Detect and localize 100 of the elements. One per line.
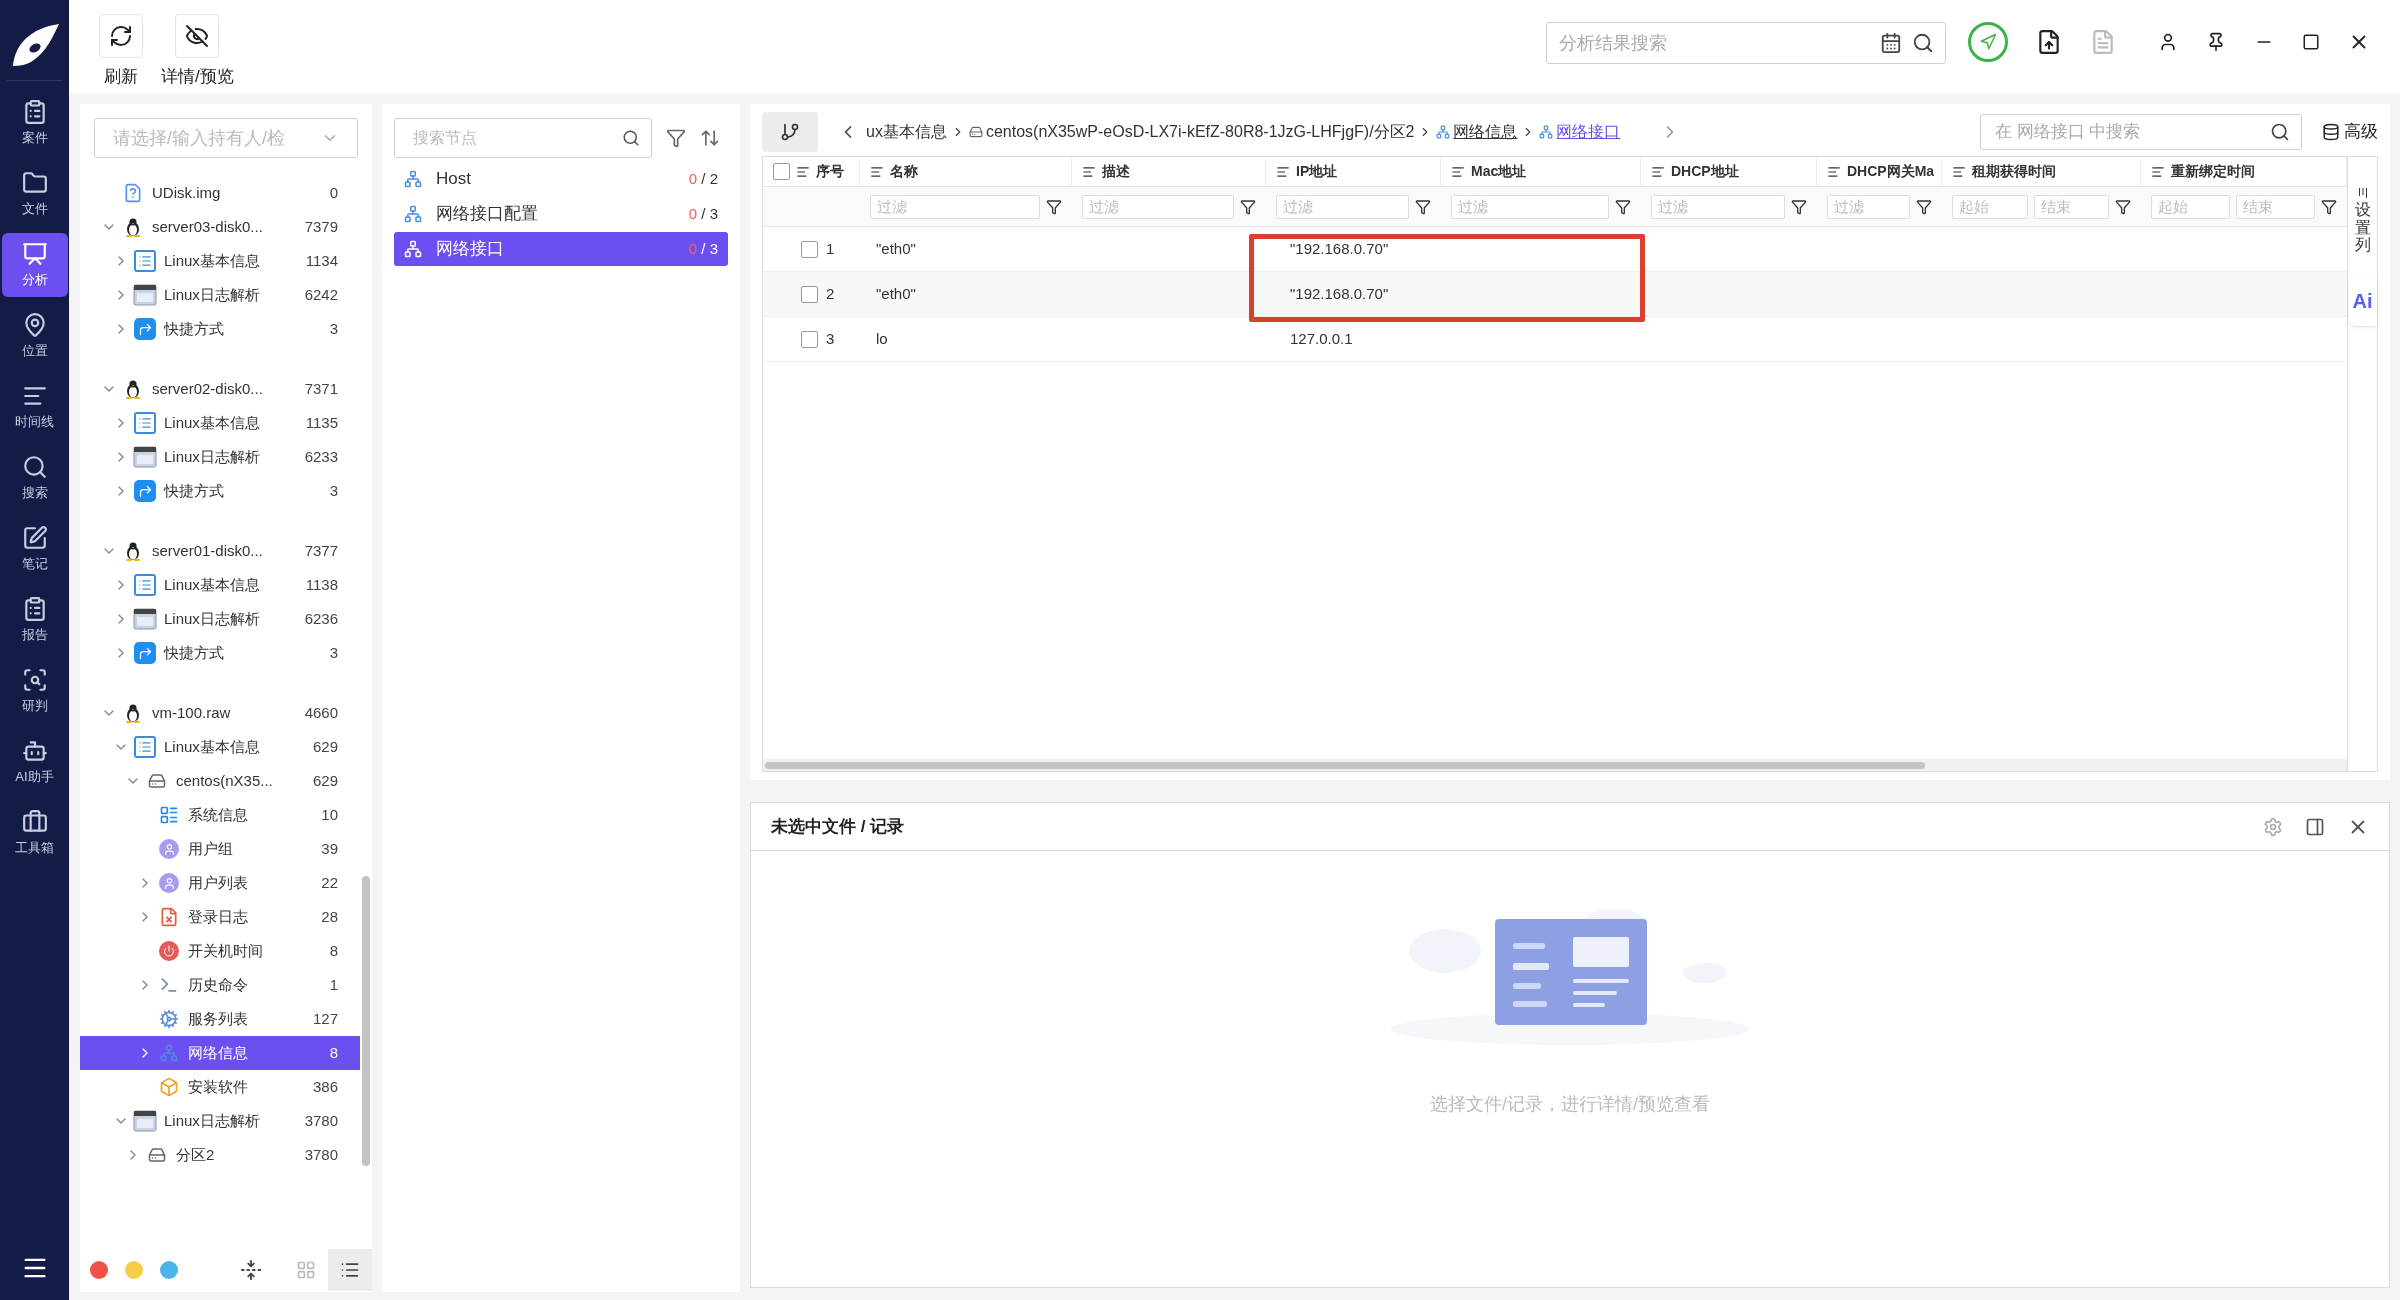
list-view-button[interactable] (328, 1249, 372, 1291)
tree-item[interactable]: server01-disk0... 7377 (80, 534, 360, 568)
tree-item[interactable]: Linux日志解析 6242 (80, 278, 360, 312)
tree-item[interactable]: server03-disk0... 7379 (80, 210, 360, 244)
nav-item[interactable]: 报告 (1, 588, 68, 652)
export-icon[interactable] (2036, 29, 2062, 55)
node-item[interactable]: Host 0 / 2 (394, 162, 728, 196)
nav-item[interactable]: 案件 (1, 91, 68, 155)
tree-item[interactable]: vm-100.raw 4660 (80, 696, 360, 730)
select-all-checkbox[interactable] (773, 163, 790, 180)
list-icon (340, 1260, 360, 1280)
tree-item[interactable]: Linux日志解析 6236 (80, 602, 360, 636)
tree-item[interactable]: server02-disk0... 7371 (80, 372, 360, 406)
tree-item[interactable]: 系统信息 10 (80, 798, 360, 832)
nav-item[interactable]: 笔记 (1, 517, 68, 581)
search-icon[interactable] (622, 129, 640, 147)
tree-item[interactable]: 服务列表 127 (80, 1002, 360, 1036)
tree-item[interactable]: 分区2 3780 (80, 1138, 360, 1172)
nav-item[interactable]: 工具箱 (1, 801, 68, 865)
tree-item[interactable]: 登录日志 28 (80, 900, 360, 934)
tree-item[interactable]: Linux基本信息 1135 (80, 406, 360, 440)
collapse-icon[interactable] (240, 1259, 262, 1281)
column-header[interactable]: DHCP网关Ma (1817, 157, 1942, 186)
pin-icon[interactable] (2206, 32, 2226, 52)
navigate-button[interactable] (1968, 22, 2008, 62)
tree-item-label: Linux日志解析 (164, 446, 260, 467)
ai-button[interactable]: Ai (2348, 275, 2377, 326)
filter-icon[interactable] (1046, 198, 1062, 215)
table-search-field[interactable]: 在 网络接口 中搜索 (1980, 114, 2302, 150)
filter-icon[interactable] (1240, 198, 1256, 215)
maximize-icon[interactable] (2302, 33, 2320, 51)
column-header[interactable]: 描述 (1072, 157, 1266, 186)
tree-item[interactable]: 用户列表 22 (80, 866, 360, 900)
row-checkbox[interactable] (801, 285, 818, 303)
tree-item[interactable]: 网络信息 8 (80, 1036, 360, 1070)
sort-icon[interactable] (700, 128, 720, 148)
tree-item[interactable]: UDisk.img 0 (80, 176, 360, 210)
nav-item[interactable]: 分析 (1, 233, 68, 297)
tree-item[interactable]: 开关机时间 8 (80, 934, 360, 968)
table-row[interactable]: 3 lo 127.0.0.1 (763, 317, 2347, 362)
row-checkbox[interactable] (801, 330, 818, 348)
tree-item[interactable]: 安装软件 386 (80, 1070, 360, 1104)
nav-item[interactable]: 文件 (1, 162, 68, 226)
nav-item[interactable]: AI助手 (1, 730, 68, 794)
tree-item[interactable]: Linux基本信息 1138 (80, 568, 360, 602)
filter-icon[interactable] (2321, 198, 2337, 215)
filter-icon[interactable] (1916, 198, 1932, 215)
tree-item[interactable]: 快捷方式 3 (80, 312, 360, 346)
tree-item-count: 22 (321, 872, 338, 893)
tree-item-label: 快捷方式 (164, 642, 224, 663)
tree-item-label: 服务列表 (188, 1008, 248, 1029)
side-panel-icon[interactable] (2305, 816, 2325, 837)
column-header[interactable]: Mac地址 (1441, 157, 1641, 186)
column-header[interactable]: DHCP地址 (1641, 157, 1817, 186)
scrollbar-thumb[interactable] (362, 876, 370, 1166)
filter-icon[interactable] (1791, 198, 1807, 215)
nav-item[interactable]: 位置 (1, 304, 68, 368)
tree-item[interactable]: 快捷方式 3 (80, 636, 360, 670)
column-header[interactable]: 重新绑定时间 (2141, 157, 2347, 186)
filter-icon[interactable] (1415, 198, 1431, 215)
filter-icon[interactable] (666, 128, 686, 148)
branch-button[interactable] (762, 112, 818, 152)
tree-item[interactable]: Linux基本信息 1134 (80, 244, 360, 278)
nav-item[interactable]: 时间线 (1, 375, 68, 439)
column-header[interactable]: 序号 (763, 157, 860, 186)
search-icon[interactable] (2270, 122, 2290, 142)
filter-icon[interactable] (1615, 198, 1631, 215)
tree-item[interactable]: Linux基本信息 629 (80, 730, 360, 764)
node-item[interactable]: 网络接口配置 0 / 3 (394, 197, 728, 231)
filter-icon[interactable] (2115, 198, 2131, 215)
tree-item[interactable]: 用户组 39 (80, 832, 360, 866)
result-search-field[interactable]: 分析结果搜索 (1546, 22, 1946, 64)
row-checkbox[interactable] (801, 240, 818, 258)
breadcrumb-link[interactable]: 网络信息 (1453, 120, 1518, 144)
scrollbar-thumb[interactable] (765, 761, 1925, 769)
column-header[interactable]: 名称 (860, 157, 1072, 186)
search-icon[interactable] (1912, 32, 1934, 54)
column-header[interactable]: IP地址 (1266, 157, 1441, 186)
empty-state-text: 选择文件/记录，进行详情/预览查看 (1430, 1093, 1710, 1116)
tree-item[interactable]: Linux日志解析 3780 (80, 1104, 360, 1138)
breadcrumb-link[interactable]: 网络接口 (1556, 120, 1621, 144)
columns-icon (2356, 187, 2369, 199)
nav-item[interactable]: 研判 (1, 659, 68, 723)
nav-item[interactable]: 搜索 (1, 446, 68, 510)
node-search-field[interactable]: 搜索节点 (394, 118, 652, 158)
tree-item[interactable]: Linux日志解析 6233 (80, 440, 360, 474)
node-item[interactable]: 网络接口 0 / 3 (394, 232, 728, 266)
calendar-icon[interactable] (1880, 32, 1902, 54)
advanced-button[interactable]: 高级 (2322, 119, 2378, 145)
breadcrumb-link[interactable]: centos(nX35wP-eOsD-LX7i-kEfZ-80R8-1JzG-LHFjgF)/分区2 (985, 120, 1415, 144)
column-settings-tab[interactable]: 设置列 (2354, 157, 2371, 254)
toolbar-button[interactable]: 详情/预览 (161, 14, 234, 90)
column-header[interactable]: 租期获得时间 (1942, 157, 2141, 186)
tree-item[interactable]: centos(nX35... 629 (80, 764, 360, 798)
table-row[interactable]: 2 "eth0" "192.168.0.70" (763, 272, 2347, 317)
user-icon[interactable] (2158, 32, 2178, 52)
breadcrumb-link[interactable]: ux基本信息 (866, 120, 947, 144)
tree-item[interactable]: 快捷方式 3 (80, 474, 360, 508)
tree-item[interactable]: 历史命令 1 (80, 968, 360, 1002)
network-card-icon (160, 1044, 178, 1062)
